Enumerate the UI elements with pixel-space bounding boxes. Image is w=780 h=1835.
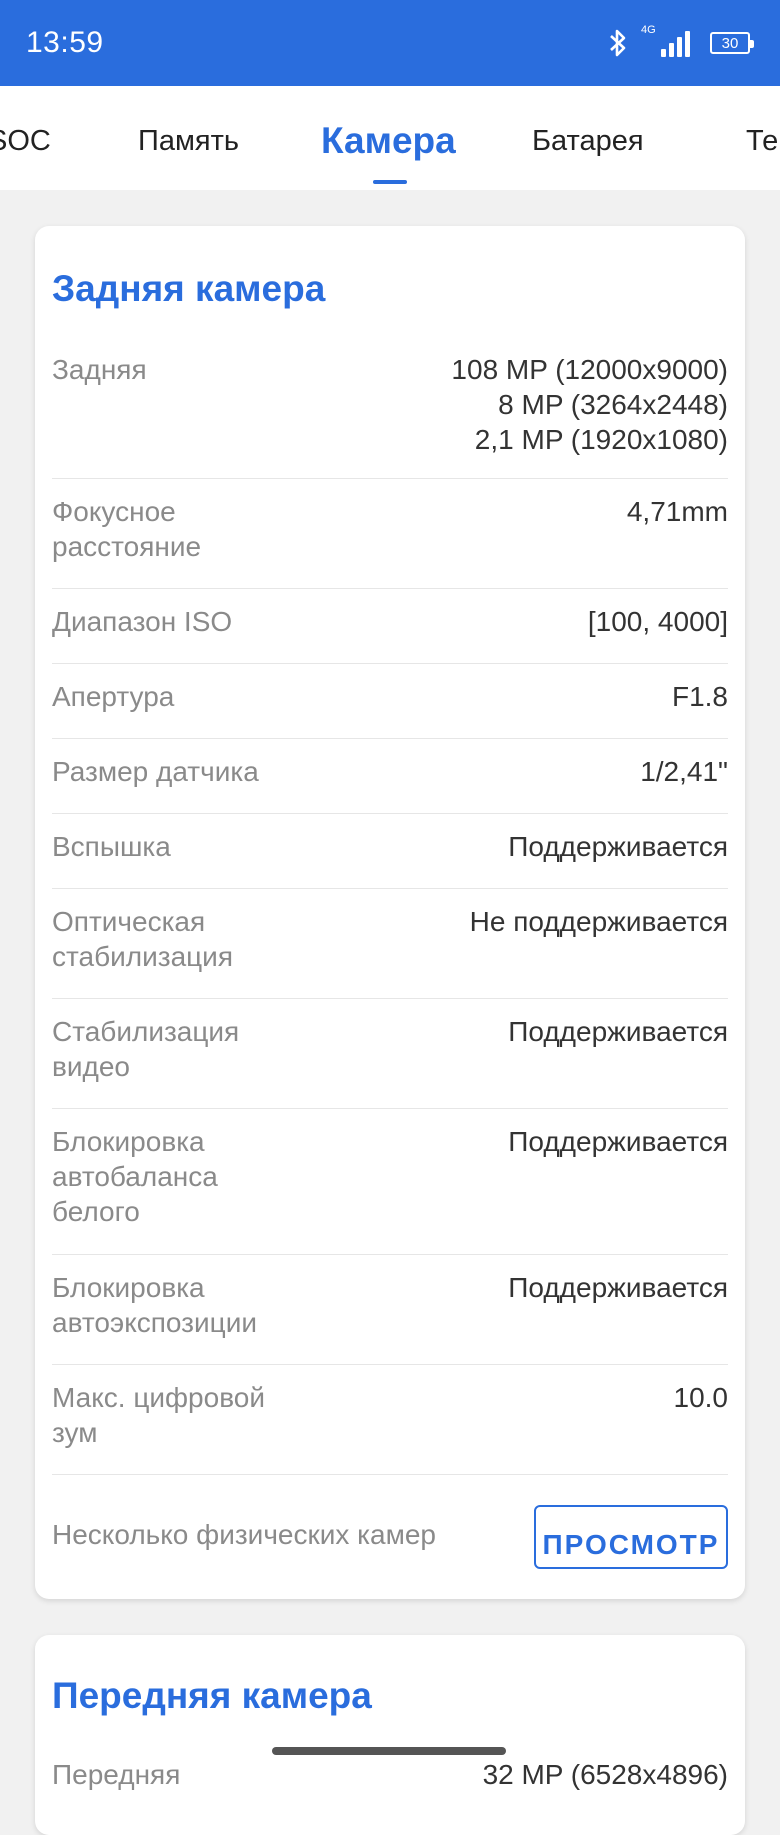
spec-value: 4,71mm [626,496,728,527]
spec-row-iso-range: Диапазон ISO [100, 4000] [52,589,728,664]
tab-indicator [373,180,407,184]
spec-label: Апертура [52,681,175,712]
spec-value: 10.0 [673,1382,729,1413]
spec-value: Поддерживается [508,1126,728,1157]
status-icons: 4G 30 [607,25,754,58]
tab-memory[interactable]: Память [138,86,239,190]
tab-bar: SOC Память Камера Батарея Те [0,86,780,190]
spec-row-flash: Вспышка Поддерживается [52,814,728,889]
spec-value: [100, 4000] [587,606,728,637]
spec-row-awb-lock: Блокировка автобаланса белого Поддержива… [52,1109,728,1255]
spec-row-front-resolution: Передняя 32 MP (6528x4896) [52,1759,728,1791]
spec-row-focal-length: Фокусное расстояние 4,71mm [52,479,728,589]
spec-row-sensor-size: Размер датчика 1/2,41" [52,739,728,814]
home-indicator[interactable] [272,1747,506,1755]
rear-camera-card: Задняя камера Задняя 108 MP (12000x9000)… [35,226,745,1599]
spec-label: Задняя [52,354,147,385]
spec-label: Вспышка [52,831,171,862]
rear-camera-title: Задняя камера [52,268,326,309]
tab-soc[interactable]: SOC [0,86,51,190]
tab-battery[interactable]: Батарея [532,86,644,190]
network-type: 4G [641,24,656,36]
spec-row-aperture: Апертура F1.8 [52,664,728,739]
spec-value: Поддерживается [508,1272,728,1303]
front-camera-card: Передняя камера Передняя 32 MP (6528x489… [35,1635,745,1835]
view-physical-cameras-button[interactable]: ПРОСМОТР [534,1505,728,1569]
spec-row-ae-lock: Блокировка автоэкспозиции Поддерживается [52,1255,728,1365]
spec-label: Фокусное расстояние [52,496,202,562]
spec-value: 108 MP (12000x9000) 8 MP (3264x2448) 2,1… [451,354,728,455]
tab-camera[interactable]: Камера [321,86,456,190]
battery-icon: 30 [710,32,754,54]
spec-row-optical-stabilization: Оптическая стабилизация Не поддерживаетс… [52,889,728,999]
spec-label: Макс. цифровой зум [52,1382,265,1448]
spec-label: Передняя [52,1759,181,1790]
spec-value: Не поддерживается [469,906,728,937]
spec-value: 32 MP (6528x4896) [482,1759,728,1790]
spec-label: Оптическая стабилизация [52,906,233,972]
spec-value: Поддерживается [508,1016,728,1047]
status-time: 13:59 [26,26,104,59]
spec-label: Несколько физических камер [52,1519,436,1550]
spec-row-max-digital-zoom: Макс. цифровой зум 10.0 [52,1365,728,1475]
spec-row-rear-resolution: Задняя 108 MP (12000x9000) 8 MP (3264x24… [52,337,728,479]
spec-value: F1.8 [671,681,728,712]
bluetooth-icon [607,28,629,58]
spec-label: Размер датчика [52,756,259,787]
signal-strength-icon: 4G [641,25,690,57]
spec-label: Блокировка автоэкспозиции [52,1272,257,1338]
spec-value: Поддерживается [508,831,728,862]
spec-label: Стабилизация видео [52,1016,240,1082]
spec-row-video-stabilization: Стабилизация видео Поддерживается [52,999,728,1109]
battery-level: 30 [721,34,739,52]
spec-value: 1/2,41" [640,756,728,787]
status-bar: 13:59 4G 30 [0,0,780,86]
spec-label: Блокировка автобаланса белого [52,1126,218,1227]
tab-te[interactable]: Те [746,86,778,190]
front-camera-title: Передняя камера [52,1675,372,1716]
spec-label: Диапазон ISO [52,606,233,637]
